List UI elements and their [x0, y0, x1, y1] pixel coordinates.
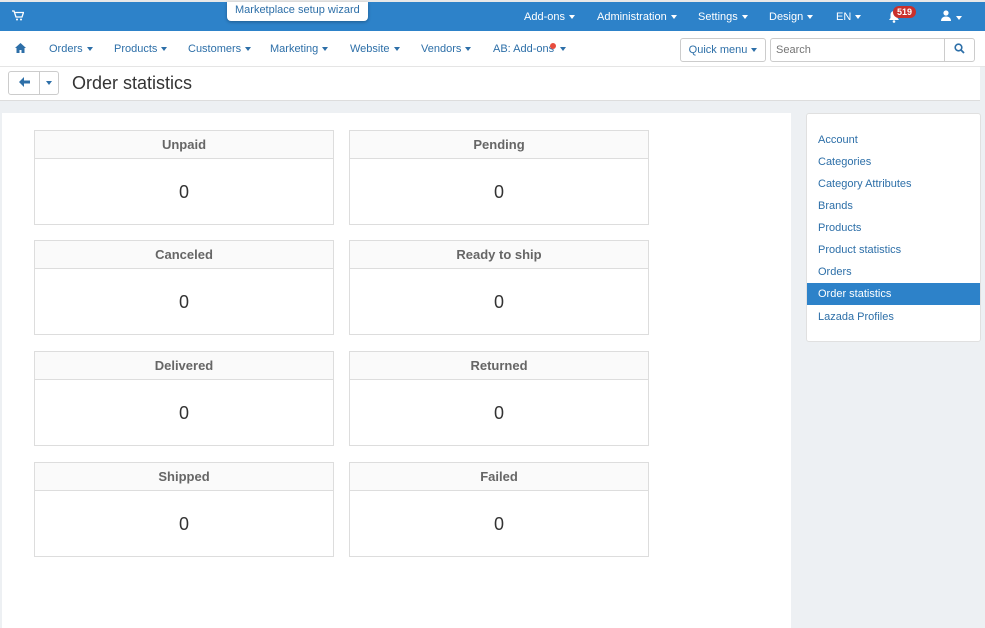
sidebar-item-lazada-profiles[interactable]: Lazada Profiles [807, 306, 980, 328]
chevron-down-icon [465, 47, 472, 52]
administration-menu-label: Administration [597, 11, 667, 23]
stat-card-value: 0 [493, 292, 504, 312]
main-nav: Orders Products Customers Marketing Webs… [0, 31, 985, 67]
stat-card-label: Failed [350, 463, 648, 491]
nav-ab-addons[interactable]: AB: Add-ons [493, 43, 567, 55]
nav-customers-label: Customers [188, 43, 242, 55]
nav-customers[interactable]: Customers [188, 43, 252, 55]
sidebar-item-account[interactable]: Account [807, 129, 980, 151]
chevron-down-icon [568, 15, 575, 20]
chevron-down-icon [807, 15, 814, 20]
stat-card-value: 0 [178, 292, 189, 312]
nav-marketing[interactable]: Marketing [270, 43, 329, 55]
settings-menu-label: Settings [698, 11, 738, 23]
stat-card-canceled: Canceled 0 [34, 240, 334, 335]
language-menu-label: EN [836, 11, 852, 23]
main-content: Unpaid 0 Pending 0 Canceled 0 Ready to s… [2, 113, 791, 628]
stat-card-ready-to-ship: Ready to ship 0 [349, 240, 649, 335]
new-indicator-dot [550, 43, 557, 49]
stat-card-label: Ready to ship [350, 241, 648, 269]
stat-card-label: Canceled [35, 241, 333, 269]
home-icon[interactable] [15, 42, 26, 56]
nav-products-label: Products [114, 43, 158, 55]
nav-orders-label: Orders [49, 43, 83, 55]
quick-menu-button[interactable]: Quick menu [680, 38, 766, 62]
chevron-down-icon [855, 15, 862, 20]
nav-vendors[interactable]: Vendors [421, 43, 472, 55]
design-menu[interactable]: Design [769, 11, 814, 23]
stat-card-label: Shipped [35, 463, 333, 491]
user-icon[interactable] [940, 10, 962, 24]
sidebar-item-categories[interactable]: Categories [807, 151, 980, 173]
back-history-dropdown[interactable] [39, 71, 59, 95]
search-icon [954, 43, 965, 54]
sidebar-item-brands[interactable]: Brands [807, 195, 980, 217]
stat-card-shipped: Shipped 0 [34, 462, 334, 557]
stat-card-label: Delivered [35, 352, 333, 380]
chevron-down-icon [560, 47, 567, 52]
stat-card-label: Returned [350, 352, 648, 380]
arrow-left-icon [18, 77, 30, 87]
chevron-down-icon [393, 47, 400, 52]
nav-vendors-label: Vendors [421, 43, 462, 55]
chevron-down-icon [956, 15, 962, 20]
page-header: Order statistics [0, 67, 980, 101]
sidebar: Account Categories Category Attributes B… [806, 113, 981, 342]
sidebar-item-category-attributes[interactable]: Category Attributes [807, 173, 980, 195]
sidebar-item-products[interactable]: Products [807, 217, 980, 239]
addons-menu[interactable]: Add-ons [524, 11, 575, 23]
stat-card-value: 0 [178, 182, 189, 202]
stat-card-value: 0 [178, 403, 189, 423]
chevron-down-icon [46, 80, 52, 85]
stat-card-returned: Returned 0 [349, 351, 649, 446]
addons-menu-label: Add-ons [524, 11, 565, 23]
chevron-down-icon [751, 48, 758, 53]
stat-card-failed: Failed 0 [349, 462, 649, 557]
chevron-down-icon [161, 47, 168, 52]
stat-card-value: 0 [493, 403, 504, 423]
chevron-down-icon [670, 15, 677, 20]
nav-marketing-label: Marketing [270, 43, 319, 55]
settings-menu[interactable]: Settings [698, 11, 748, 23]
stat-card-label: Unpaid [35, 131, 333, 159]
nav-ab-addons-label: AB: Add-ons [493, 43, 555, 55]
marketplace-wizard-button[interactable]: Marketplace setup wizard [227, 2, 368, 21]
stat-card-value: 0 [493, 182, 504, 202]
stat-card-delivered: Delivered 0 [34, 351, 334, 446]
sidebar-item-product-statistics[interactable]: Product statistics [807, 239, 980, 261]
search-button[interactable] [944, 38, 975, 62]
language-menu[interactable]: EN [836, 11, 862, 23]
administration-menu[interactable]: Administration [597, 11, 677, 23]
nav-orders[interactable]: Orders [49, 43, 93, 55]
chevron-down-icon [322, 47, 329, 52]
design-menu-label: Design [769, 11, 804, 23]
quick-menu-label: Quick menu [688, 44, 748, 56]
sidebar-item-order-statistics[interactable]: Order statistics [807, 283, 980, 305]
stat-card-unpaid: Unpaid 0 [34, 130, 334, 225]
chevron-down-icon [245, 47, 252, 52]
stat-card-label: Pending [350, 131, 648, 159]
sidebar-item-orders[interactable]: Orders [807, 261, 980, 283]
nav-products[interactable]: Products [114, 43, 168, 55]
stat-card-pending: Pending 0 [349, 130, 649, 225]
stat-card-value: 0 [493, 514, 504, 534]
search-input[interactable] [770, 38, 945, 62]
nav-website-label: Website [350, 43, 390, 55]
nav-website[interactable]: Website [350, 43, 400, 55]
chevron-down-icon [741, 15, 748, 20]
stat-card-value: 0 [178, 514, 189, 534]
page-title: Order statistics [72, 73, 193, 93]
cart-icon[interactable] [12, 10, 25, 24]
top-bar: Marketplace setup wizard Add-ons Adminis… [0, 0, 985, 31]
notification-badge: 519 [893, 6, 917, 18]
chevron-down-icon [86, 47, 93, 52]
back-button[interactable] [8, 71, 40, 95]
